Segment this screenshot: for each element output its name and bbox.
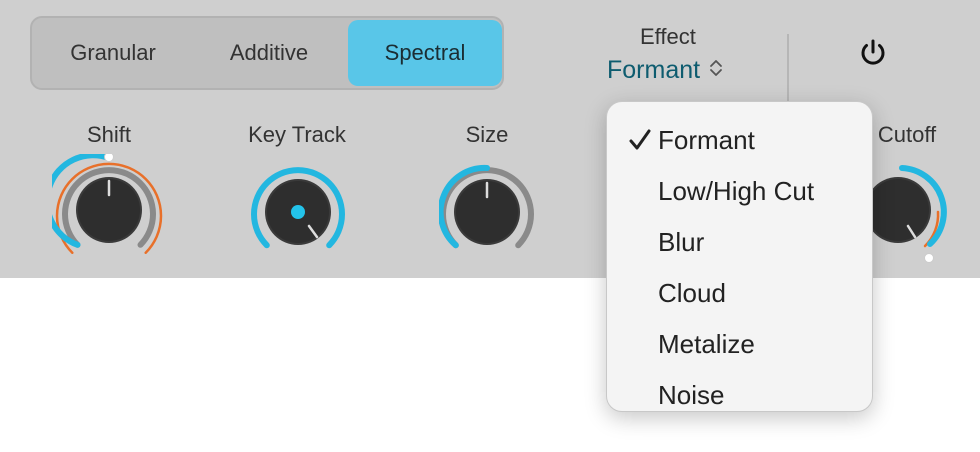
knob-label-shift: Shift [86,122,132,147]
menu-item-label: Formant [658,125,755,155]
cutoff-knob[interactable] [858,162,958,277]
menu-item-blur[interactable]: Blur [607,222,872,262]
effect-value: Formant [607,56,701,84]
menu-item-label: Noise [658,380,725,410]
effect-label: Effect [640,24,696,49]
menu-item-label: Metalize [658,329,755,359]
menu-item-noise[interactable]: Noise [607,375,872,411]
knob-label-cutoff: Cutoff [877,122,937,147]
menu-item-label: Low/High Cut [658,176,815,206]
effect-dropdown-menu: Formant Low/High Cut Blur Cloud Metalize… [606,101,873,412]
key-track-knob[interactable] [250,164,346,261]
menu-item-cloud[interactable]: Cloud [607,273,872,313]
chevron-up-down-icon [708,57,724,86]
menu-item-label: Blur [658,227,705,257]
power-icon[interactable] [856,36,890,70]
menu-item-formant[interactable]: Formant [607,120,872,160]
menu-item-low-high-cut[interactable]: Low/High Cut [607,171,872,211]
menu-item-metalize[interactable]: Metalize [607,324,872,364]
knob-label-key-track: Key Track [248,122,346,147]
shift-knob[interactable] [44,152,166,265]
mode-additive-button[interactable]: Additive [204,18,334,88]
mode-segmented-control: Granular Additive Spectral [30,16,504,90]
divider [787,34,789,104]
effect-select[interactable]: Formant [607,56,724,86]
mode-granular-button[interactable]: Granular [48,18,178,88]
checkmark-icon [627,120,655,160]
size-knob[interactable] [437,164,535,261]
menu-item-label: Cloud [658,278,726,308]
knob-label-size: Size [465,122,509,147]
mode-spectral-button[interactable]: Spectral [348,20,502,86]
